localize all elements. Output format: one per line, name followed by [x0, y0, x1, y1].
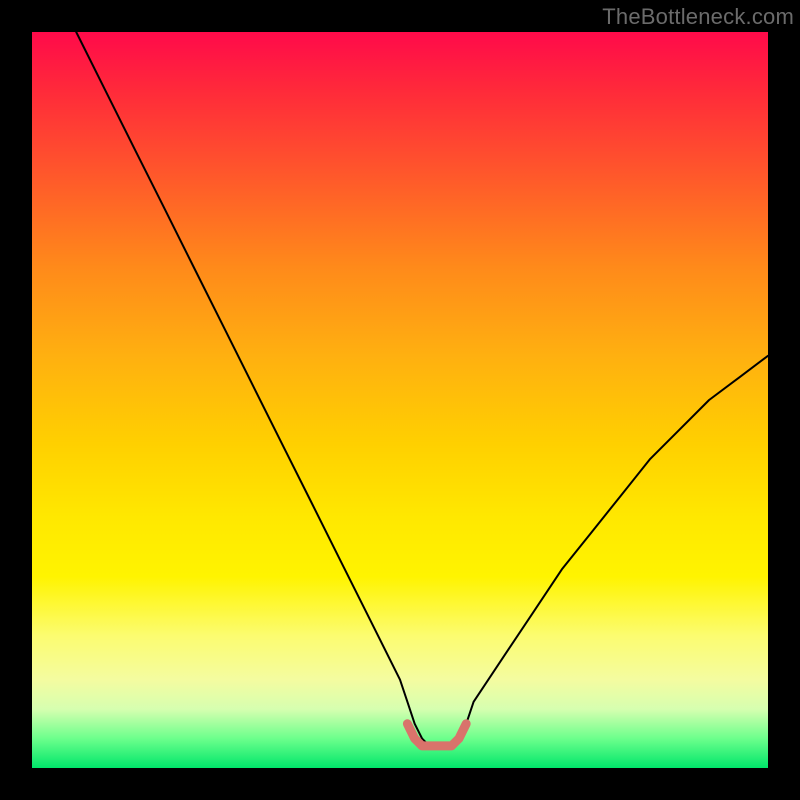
curve-layer [32, 32, 768, 768]
plot-area [32, 32, 768, 768]
watermark-text: TheBottleneck.com [602, 4, 794, 30]
bottleneck-curve [76, 32, 768, 746]
chart-frame: TheBottleneck.com [0, 0, 800, 800]
